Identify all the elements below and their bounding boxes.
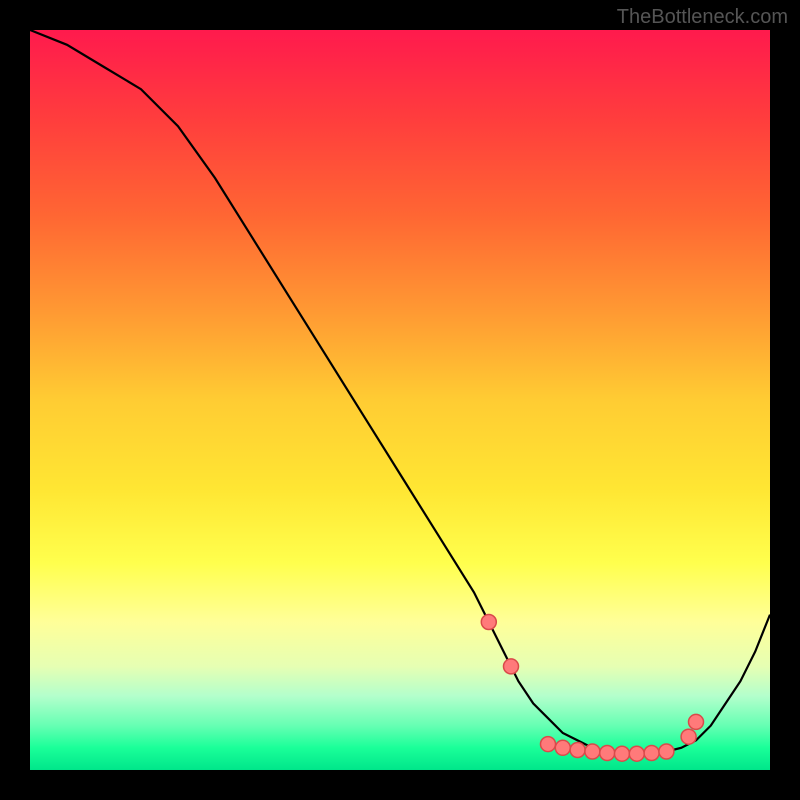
curve-marker <box>644 745 659 760</box>
curve-marker <box>689 714 704 729</box>
curve-marker <box>585 744 600 759</box>
watermark-text: TheBottleneck.com <box>617 6 788 29</box>
curve-marker <box>481 615 496 630</box>
curve-marker <box>555 740 570 755</box>
curve-marker <box>541 737 556 752</box>
curve-path <box>30 30 770 755</box>
chart-plot-area <box>30 30 770 770</box>
curve-marker <box>629 746 644 761</box>
chart-svg <box>30 30 770 770</box>
curve-marker <box>504 659 519 674</box>
curve-marker <box>600 745 615 760</box>
curve-marker <box>615 746 630 761</box>
curve-marker <box>570 743 585 758</box>
curve-marker <box>681 729 696 744</box>
curve-marker <box>659 744 674 759</box>
curve-markers <box>481 615 703 762</box>
